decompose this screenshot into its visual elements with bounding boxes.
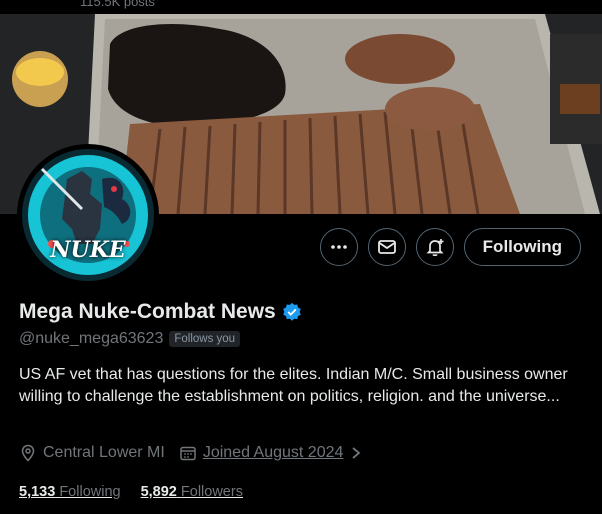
profile-avatar[interactable]: NUKE bbox=[17, 144, 159, 286]
chevron-right-icon[interactable] bbox=[349, 445, 363, 461]
follow-stats: 5,133 Following 5,892 Followers bbox=[19, 484, 263, 500]
more-button[interactable] bbox=[319, 228, 358, 266]
calendar-icon bbox=[180, 446, 196, 461]
location-text: Central Lower MI bbox=[43, 444, 165, 461]
followers-stat-link[interactable]: 5,892 Followers bbox=[141, 484, 243, 500]
profile-meta: Central Lower MI Joined August 2024 bbox=[19, 444, 377, 462]
location-item: Central Lower MI bbox=[19, 444, 165, 462]
location-pin-icon bbox=[21, 444, 35, 462]
profile-bio: US AF vet that has questions for the eli… bbox=[19, 366, 568, 405]
profile-actions: Following bbox=[319, 228, 581, 266]
joined-date-link[interactable]: Joined August 2024 bbox=[203, 444, 344, 462]
mail-icon bbox=[377, 240, 396, 254]
display-name-row: Mega Nuke-Combat News bbox=[19, 300, 302, 324]
post-count: 115.5K posts bbox=[80, 0, 155, 9]
handle: @nuke_mega63623 bbox=[19, 330, 164, 347]
following-button[interactable]: Following bbox=[463, 228, 581, 266]
following-label: Following bbox=[59, 484, 121, 500]
followers-label: Followers bbox=[180, 484, 243, 500]
message-button[interactable] bbox=[367, 228, 406, 266]
bell-plus-icon bbox=[426, 239, 444, 256]
followers-count: 5,892 bbox=[140, 484, 177, 500]
follows-you-badge: Follows you bbox=[169, 331, 241, 347]
joined-item[interactable]: Joined August 2024 bbox=[179, 444, 364, 462]
top-bar: 115.5K posts bbox=[0, 0, 602, 14]
notify-button[interactable] bbox=[415, 228, 454, 266]
display-name: Mega Nuke-Combat News bbox=[19, 300, 276, 323]
following-count: 5,133 bbox=[19, 484, 56, 500]
verified-badge-icon[interactable] bbox=[282, 302, 302, 322]
following-stat-link[interactable]: 5,133 Following bbox=[19, 484, 121, 500]
more-icon bbox=[330, 245, 347, 249]
handle-row: @nuke_mega63623 Follows you bbox=[19, 330, 241, 348]
avatar-logo-text: NUKE bbox=[50, 237, 126, 263]
